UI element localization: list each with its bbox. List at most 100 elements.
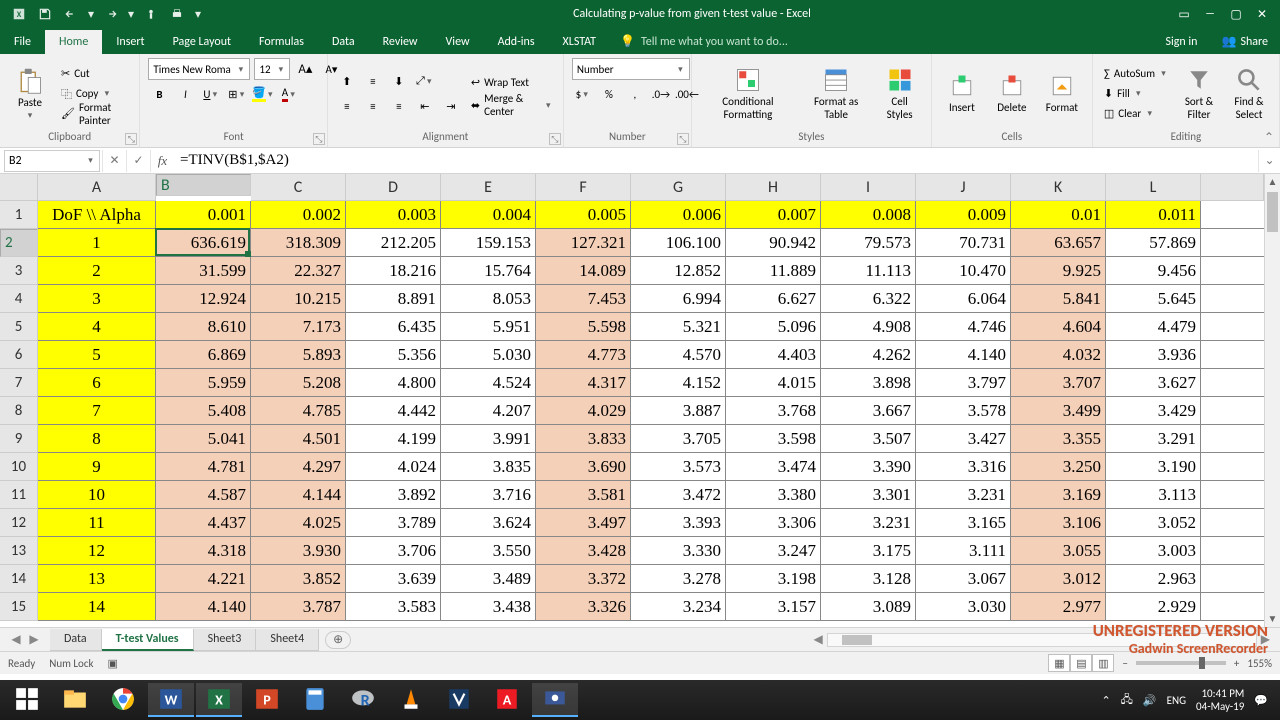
column-header[interactable]: H: [726, 174, 821, 201]
cell[interactable]: 6.064: [916, 285, 1011, 313]
cell[interactable]: 3.030: [916, 593, 1011, 621]
bold-button[interactable]: B: [148, 83, 170, 105]
font-color-button[interactable]: A▾: [278, 83, 300, 105]
cell[interactable]: 5.208: [251, 369, 346, 397]
cell[interactable]: 3.089: [821, 593, 916, 621]
cell[interactable]: 3.716: [441, 481, 536, 509]
cell[interactable]: 3.113: [1106, 481, 1201, 509]
cell[interactable]: 3.326: [536, 593, 631, 621]
cell[interactable]: 18.216: [346, 257, 441, 285]
cell[interactable]: 0.009: [916, 201, 1011, 229]
cell[interactable]: 5.959: [156, 369, 251, 397]
cell[interactable]: 3.231: [916, 481, 1011, 509]
merge-center-button[interactable]: ⬌Merge & Center▾: [468, 95, 555, 115]
cell[interactable]: 3.190: [1106, 453, 1201, 481]
cell[interactable]: 0.005: [536, 201, 631, 229]
cell[interactable]: 3.787: [251, 593, 346, 621]
cell[interactable]: 22.327: [251, 257, 346, 285]
row-header[interactable]: 10: [0, 453, 38, 481]
sheet-tab[interactable]: Sheet3: [194, 629, 257, 651]
cell[interactable]: 4.437: [156, 509, 251, 537]
excel-taskbar-icon[interactable]: X: [196, 683, 242, 717]
tray-language[interactable]: ENG: [1167, 694, 1186, 707]
cell[interactable]: 63.657: [1011, 229, 1106, 257]
cell[interactable]: 4: [38, 313, 156, 341]
row-header[interactable]: 11: [0, 481, 38, 509]
cell[interactable]: 3.768: [726, 397, 821, 425]
row-header[interactable]: 7: [0, 369, 38, 397]
conditional-formatting-button[interactable]: Conditional Formatting: [700, 64, 796, 122]
cell[interactable]: 4.524: [441, 369, 536, 397]
collapse-ribbon-icon[interactable]: ⌃: [1264, 130, 1274, 145]
cell[interactable]: 13: [38, 565, 156, 593]
scrollbar-thumb[interactable]: [1267, 192, 1278, 232]
cell[interactable]: 4.144: [251, 481, 346, 509]
cell[interactable]: 3.438: [441, 593, 536, 621]
cell[interactable]: 3.667: [821, 397, 916, 425]
cell[interactable]: 3.231: [821, 509, 916, 537]
cell[interactable]: 4.029: [536, 397, 631, 425]
cell[interactable]: 6.435: [346, 313, 441, 341]
column-header[interactable]: E: [441, 174, 536, 201]
font-dialog-launcher[interactable]: ⤡: [313, 133, 325, 145]
zoom-slider[interactable]: [1136, 661, 1226, 665]
cell[interactable]: 8.053: [441, 285, 536, 313]
sheet-tab[interactable]: Sheet4: [256, 629, 319, 651]
file-explorer-icon[interactable]: [52, 683, 98, 717]
cell[interactable]: 6.627: [726, 285, 821, 313]
cell[interactable]: 12.852: [631, 257, 726, 285]
column-header[interactable]: I: [821, 174, 916, 201]
cell[interactable]: 3.106: [1011, 509, 1106, 537]
align-right-icon[interactable]: ≡: [388, 95, 410, 117]
delete-cells-button[interactable]: Delete: [990, 70, 1034, 116]
cell[interactable]: 12: [38, 537, 156, 565]
select-all-corner[interactable]: [0, 174, 38, 201]
percent-format-icon[interactable]: %: [598, 83, 620, 105]
cell[interactable]: 5: [38, 341, 156, 369]
cell[interactable]: 3.165: [916, 509, 1011, 537]
cell[interactable]: 3.705: [631, 425, 726, 453]
decrease-indent-icon[interactable]: ⇤: [414, 95, 436, 117]
formula-input[interactable]: =TINV(B$1,$A2): [174, 152, 1258, 169]
name-box[interactable]: B2▾: [4, 150, 100, 172]
word-icon[interactable]: W: [148, 683, 194, 717]
cell[interactable]: 3.198: [726, 565, 821, 593]
cell[interactable]: 3.489: [441, 565, 536, 593]
align-left-icon[interactable]: ≡: [336, 95, 358, 117]
cell[interactable]: 3.474: [726, 453, 821, 481]
row-header[interactable]: 14: [0, 565, 38, 593]
cell[interactable]: 3.372: [536, 565, 631, 593]
tray-clock[interactable]: 10:41 PM 04-May-19: [1196, 687, 1244, 713]
cell[interactable]: 3.012: [1011, 565, 1106, 593]
cell[interactable]: 3.111: [916, 537, 1011, 565]
page-break-view-icon[interactable]: ▥: [1092, 654, 1114, 672]
close-icon[interactable]: ✕: [1250, 3, 1274, 25]
cell[interactable]: 10.470: [916, 257, 1011, 285]
cell[interactable]: 4.317: [536, 369, 631, 397]
cell[interactable]: 3.380: [726, 481, 821, 509]
tray-volume-icon[interactable]: 🔊: [1143, 694, 1157, 707]
tray-icon[interactable]: 🖧: [1121, 691, 1133, 710]
cell[interactable]: 3.427: [916, 425, 1011, 453]
cell[interactable]: 3.390: [821, 453, 916, 481]
cell[interactable]: 4.587: [156, 481, 251, 509]
orientation-icon[interactable]: ⤢▾: [414, 70, 436, 92]
cell[interactable]: 5.041: [156, 425, 251, 453]
macro-record-icon[interactable]: ▣: [108, 657, 118, 670]
cell[interactable]: 4.207: [441, 397, 536, 425]
accounting-format-icon[interactable]: $▾: [572, 83, 594, 105]
start-button[interactable]: [4, 683, 50, 717]
cell[interactable]: 127.321: [536, 229, 631, 257]
column-header[interactable]: G: [631, 174, 726, 201]
share-button[interactable]: 👥Share: [1209, 29, 1280, 54]
cell[interactable]: 5.951: [441, 313, 536, 341]
increase-indent-icon[interactable]: ⇥: [440, 95, 462, 117]
cancel-formula-icon[interactable]: ✕: [102, 150, 126, 172]
row-header[interactable]: 13: [0, 537, 38, 565]
autosum-button[interactable]: ∑AutoSum▾: [1101, 64, 1171, 84]
increase-font-icon[interactable]: A▴: [294, 58, 316, 80]
cell[interactable]: 3.639: [346, 565, 441, 593]
cell[interactable]: 4.140: [916, 341, 1011, 369]
cell[interactable]: 0.001: [156, 201, 251, 229]
column-header[interactable]: L: [1106, 174, 1201, 201]
